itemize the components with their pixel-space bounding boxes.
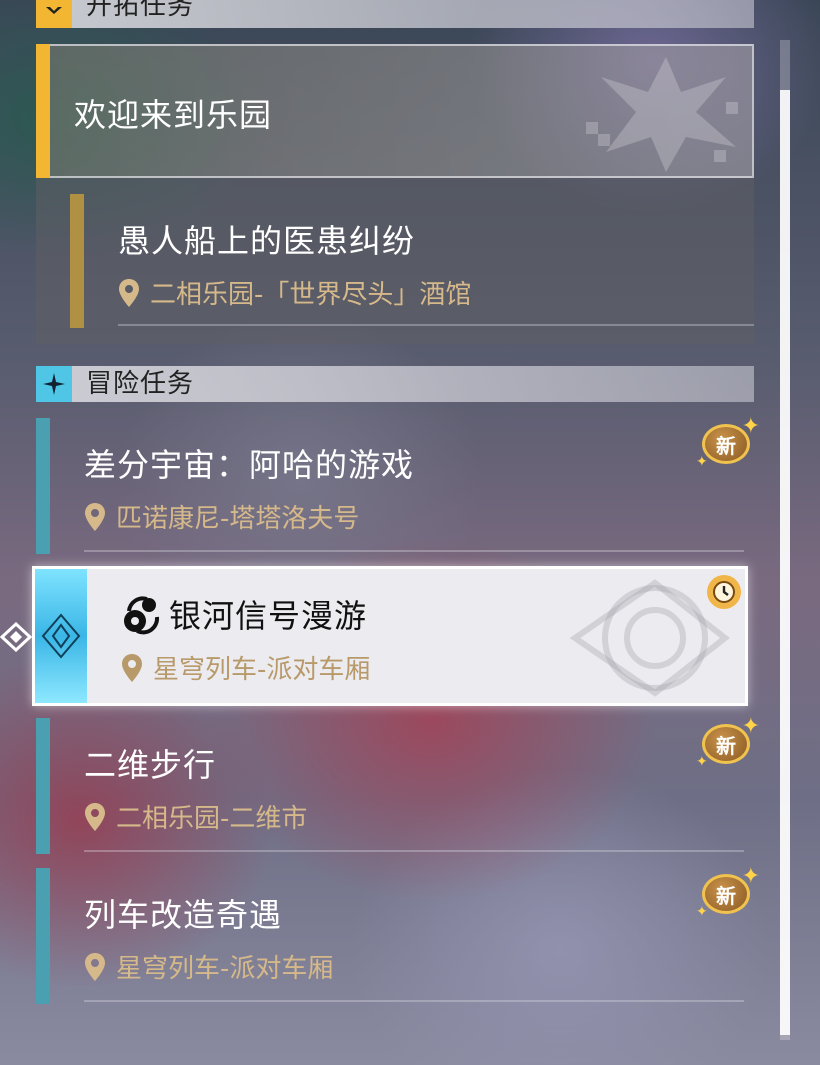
quest-location: 星穹列车-派对车厢 [121, 649, 370, 686]
quest-location-label: 二相乐园-「世界尽头」酒馆 [150, 280, 472, 310]
quest-accent-bar [36, 44, 50, 178]
quest-sub-trailblaze[interactable]: 愚人船上的医患纠纷 二相乐园-「世界尽头」酒馆 [36, 178, 754, 344]
quest-accent-bar [36, 418, 50, 554]
clock-icon [707, 575, 741, 609]
quest-title: 欢迎来到乐园 [74, 96, 273, 134]
adventure-section-header: 冒险任务 [36, 366, 754, 402]
quest-adventure[interactable]: 二维步行 二相乐园-二维市 新 ✦ ✦ [36, 714, 760, 854]
divider [118, 324, 754, 326]
quest-accent-bar [70, 194, 84, 328]
new-badge-icon: 新 ✦ ✦ [696, 864, 760, 920]
quest-location-label: 二相乐园-二维市 [116, 804, 308, 834]
section-title: 开拓任务 [86, 0, 195, 21]
trailblaze-section-header: 开拓任务 [36, 0, 754, 28]
section-title: 冒险任务 [86, 369, 195, 399]
new-badge-icon: 新 ✦ ✦ [696, 714, 760, 770]
selection-arrow-icon [0, 621, 34, 656]
location-pin-icon [85, 802, 105, 831]
location-pin-icon [119, 278, 139, 307]
quest-accent-bar [36, 868, 50, 1004]
quest-title: 二维步行 [84, 746, 217, 784]
quest-adventure[interactable]: 列车改造奇遇 星穹列车-派对车厢 新 ✦ ✦ [36, 864, 760, 1004]
divider [84, 1000, 744, 1002]
location-pin-icon [85, 502, 105, 531]
location-pin-icon [122, 653, 142, 682]
quest-adventure-selected[interactable]: 银河信号漫游 星穹列车-派对车厢 [32, 566, 748, 706]
quest-location: 二相乐园-「世界尽头」酒馆 [118, 274, 471, 311]
quest-main-trailblaze[interactable]: 欢迎来到乐园 [36, 44, 754, 178]
quest-location-label: 匹诺康尼-塔塔洛夫号 [116, 504, 360, 534]
quest-accent-bar [36, 718, 50, 854]
quest-location: 匹诺康尼-塔塔洛夫号 [84, 498, 359, 535]
signal-icon [124, 596, 160, 635]
quest-location-label: 星穹列车-派对车厢 [153, 655, 371, 685]
emblem-decoration [586, 57, 738, 172]
quest-title: 差分宇宙：阿哈的游戏 [84, 446, 415, 484]
quest-title: 愚人船上的医患纠纷 [118, 222, 416, 260]
scrollbar-thumb[interactable] [780, 90, 790, 1035]
divider [84, 550, 744, 552]
quest-location-label: 星穹列车-派对车厢 [116, 954, 334, 984]
divider [84, 850, 744, 852]
quest-location: 星穹列车-派对车厢 [84, 948, 333, 985]
quest-title: 银河信号漫游 [169, 597, 368, 635]
new-badge-icon: 新 ✦ ✦ [696, 414, 760, 470]
diamond-icon [41, 613, 81, 659]
quest-adventure[interactable]: 差分宇宙：阿哈的游戏 匹诺康尼-塔塔洛夫号 新 ✦ ✦ [36, 414, 760, 554]
quest-title: 列车改造奇遇 [84, 896, 283, 934]
emblem-decoration [569, 579, 730, 697]
selected-accent-panel [35, 569, 87, 703]
trailblaze-icon [36, 0, 72, 28]
adventure-icon [36, 366, 72, 402]
location-pin-icon [85, 952, 105, 981]
quest-location: 二相乐园-二维市 [84, 798, 307, 835]
